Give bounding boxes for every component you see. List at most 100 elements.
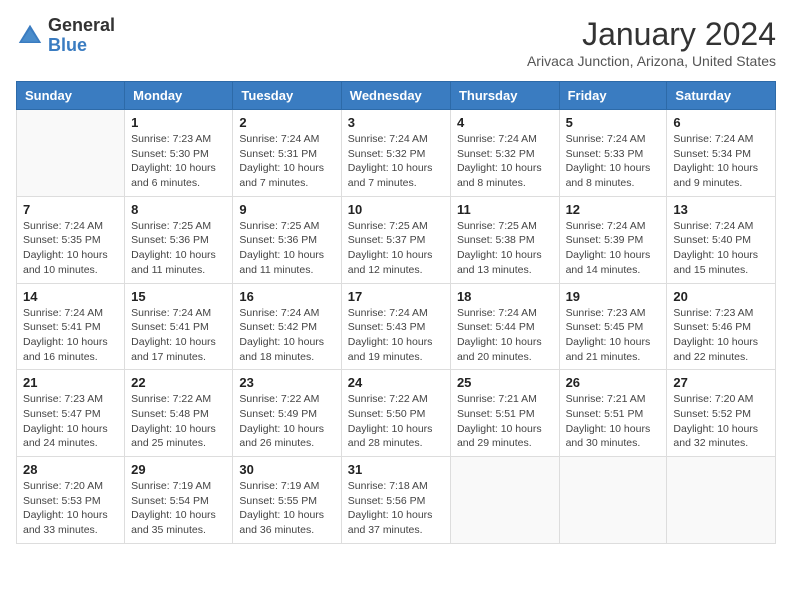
day-number: 27 (673, 375, 769, 390)
logo-general: General (48, 15, 115, 35)
day-number: 2 (239, 115, 334, 130)
day-number: 29 (131, 462, 226, 477)
day-info: Sunrise: 7:20 AM Sunset: 5:53 PM Dayligh… (23, 479, 118, 538)
day-info: Sunrise: 7:23 AM Sunset: 5:30 PM Dayligh… (131, 132, 226, 191)
day-number: 18 (457, 289, 553, 304)
day-number: 26 (566, 375, 661, 390)
logo-icon (16, 22, 44, 50)
day-info: Sunrise: 7:24 AM Sunset: 5:31 PM Dayligh… (239, 132, 334, 191)
calendar-week-row: 14Sunrise: 7:24 AM Sunset: 5:41 PM Dayli… (17, 283, 776, 370)
calendar-cell: 10Sunrise: 7:25 AM Sunset: 5:37 PM Dayli… (341, 196, 450, 283)
day-info: Sunrise: 7:24 AM Sunset: 5:42 PM Dayligh… (239, 306, 334, 365)
calendar-cell: 23Sunrise: 7:22 AM Sunset: 5:49 PM Dayli… (233, 370, 341, 457)
day-number: 12 (566, 202, 661, 217)
calendar-header-tuesday: Tuesday (233, 82, 341, 110)
calendar-cell (559, 457, 667, 544)
day-info: Sunrise: 7:23 AM Sunset: 5:45 PM Dayligh… (566, 306, 661, 365)
day-info: Sunrise: 7:25 AM Sunset: 5:37 PM Dayligh… (348, 219, 444, 278)
calendar-cell: 1 Sunrise: 7:23 AM Sunset: 5:30 PM Daylig… (125, 110, 233, 197)
calendar-cell (450, 457, 559, 544)
day-number: 28 (23, 462, 118, 477)
calendar-header-saturday: Saturday (667, 82, 776, 110)
month-title: January 2024 (527, 16, 776, 53)
logo: General Blue (16, 16, 115, 56)
title-block: January 2024 Arivaca Junction, Arizona, … (527, 16, 776, 69)
day-number: 20 (673, 289, 769, 304)
day-info: Sunrise: 7:23 AM Sunset: 5:46 PM Dayligh… (673, 306, 769, 365)
calendar-header-sunday: Sunday (17, 82, 125, 110)
calendar-cell: 8Sunrise: 7:25 AM Sunset: 5:36 PM Daylig… (125, 196, 233, 283)
day-info: Sunrise: 7:24 AM Sunset: 5:44 PM Dayligh… (457, 306, 553, 365)
calendar-cell (17, 110, 125, 197)
day-number: 19 (566, 289, 661, 304)
calendar-cell: 20 Sunrise: 7:23 AM Sunset: 5:46 PM Dayli… (667, 283, 776, 370)
day-number: 5 (566, 115, 661, 130)
day-number: 7 (23, 202, 118, 217)
calendar-cell: 16 Sunrise: 7:24 AM Sunset: 5:42 PM Dayli… (233, 283, 341, 370)
calendar-header-row: SundayMondayTuesdayWednesdayThursdayFrid… (17, 82, 776, 110)
calendar-cell: 14Sunrise: 7:24 AM Sunset: 5:41 PM Dayli… (17, 283, 125, 370)
calendar-cell: 26 Sunrise: 7:21 AM Sunset: 5:51 PM Dayli… (559, 370, 667, 457)
day-info: Sunrise: 7:21 AM Sunset: 5:51 PM Dayligh… (566, 392, 661, 451)
day-number: 16 (239, 289, 334, 304)
day-number: 24 (348, 375, 444, 390)
calendar-table: SundayMondayTuesdayWednesdayThursdayFrid… (16, 81, 776, 544)
calendar-week-row: 21 Sunrise: 7:23 AM Sunset: 5:47 PM Dayli… (17, 370, 776, 457)
day-number: 3 (348, 115, 444, 130)
calendar-week-row: 7Sunrise: 7:24 AM Sunset: 5:35 PM Daylig… (17, 196, 776, 283)
calendar-cell: 7Sunrise: 7:24 AM Sunset: 5:35 PM Daylig… (17, 196, 125, 283)
location: Arivaca Junction, Arizona, United States (527, 53, 776, 69)
calendar-cell: 13Sunrise: 7:24 AM Sunset: 5:40 PM Dayli… (667, 196, 776, 283)
day-info: Sunrise: 7:24 AM Sunset: 5:33 PM Dayligh… (566, 132, 661, 191)
calendar-header-friday: Friday (559, 82, 667, 110)
day-info: Sunrise: 7:18 AM Sunset: 5:56 PM Dayligh… (348, 479, 444, 538)
day-number: 1 (131, 115, 226, 130)
calendar-cell: 25Sunrise: 7:21 AM Sunset: 5:51 PM Dayli… (450, 370, 559, 457)
day-number: 30 (239, 462, 334, 477)
calendar-cell: 5 Sunrise: 7:24 AM Sunset: 5:33 PM Daylig… (559, 110, 667, 197)
calendar-week-row: 1 Sunrise: 7:23 AM Sunset: 5:30 PM Daylig… (17, 110, 776, 197)
day-info: Sunrise: 7:23 AM Sunset: 5:47 PM Dayligh… (23, 392, 118, 451)
calendar-header-thursday: Thursday (450, 82, 559, 110)
calendar-cell: 2 Sunrise: 7:24 AM Sunset: 5:31 PM Daylig… (233, 110, 341, 197)
day-info: Sunrise: 7:24 AM Sunset: 5:41 PM Dayligh… (23, 306, 118, 365)
calendar-cell: 24Sunrise: 7:22 AM Sunset: 5:50 PM Dayli… (341, 370, 450, 457)
calendar-cell: 12 Sunrise: 7:24 AM Sunset: 5:39 PM Dayli… (559, 196, 667, 283)
calendar-cell: 29Sunrise: 7:19 AM Sunset: 5:54 PM Dayli… (125, 457, 233, 544)
day-number: 11 (457, 202, 553, 217)
calendar-cell: 11 Sunrise: 7:25 AM Sunset: 5:38 PM Dayli… (450, 196, 559, 283)
day-info: Sunrise: 7:24 AM Sunset: 5:39 PM Dayligh… (566, 219, 661, 278)
day-info: Sunrise: 7:25 AM Sunset: 5:38 PM Dayligh… (457, 219, 553, 278)
calendar-cell: 6Sunrise: 7:24 AM Sunset: 5:34 PM Daylig… (667, 110, 776, 197)
day-info: Sunrise: 7:25 AM Sunset: 5:36 PM Dayligh… (239, 219, 334, 278)
day-number: 4 (457, 115, 553, 130)
day-info: Sunrise: 7:24 AM Sunset: 5:41 PM Dayligh… (131, 306, 226, 365)
logo-blue: Blue (48, 35, 87, 55)
day-number: 17 (348, 289, 444, 304)
calendar-cell: 17Sunrise: 7:24 AM Sunset: 5:43 PM Dayli… (341, 283, 450, 370)
day-info: Sunrise: 7:19 AM Sunset: 5:55 PM Dayligh… (239, 479, 334, 538)
day-number: 31 (348, 462, 444, 477)
day-number: 8 (131, 202, 226, 217)
calendar-cell: 31 Sunrise: 7:18 AM Sunset: 5:56 PM Dayli… (341, 457, 450, 544)
day-info: Sunrise: 7:22 AM Sunset: 5:49 PM Dayligh… (239, 392, 334, 451)
calendar-cell: 15Sunrise: 7:24 AM Sunset: 5:41 PM Dayli… (125, 283, 233, 370)
day-info: Sunrise: 7:22 AM Sunset: 5:48 PM Dayligh… (131, 392, 226, 451)
calendar-cell (667, 457, 776, 544)
calendar-cell: 9Sunrise: 7:25 AM Sunset: 5:36 PM Daylig… (233, 196, 341, 283)
calendar-cell: 19 Sunrise: 7:23 AM Sunset: 5:45 PM Dayli… (559, 283, 667, 370)
calendar-cell: 30 Sunrise: 7:19 AM Sunset: 5:55 PM Dayli… (233, 457, 341, 544)
day-number: 6 (673, 115, 769, 130)
calendar-header-wednesday: Wednesday (341, 82, 450, 110)
page-header: General Blue January 2024 Arivaca Juncti… (16, 16, 776, 69)
calendar-week-row: 28 Sunrise: 7:20 AM Sunset: 5:53 PM Dayli… (17, 457, 776, 544)
calendar-cell: 3Sunrise: 7:24 AM Sunset: 5:32 PM Daylig… (341, 110, 450, 197)
calendar-cell: 22Sunrise: 7:22 AM Sunset: 5:48 PM Dayli… (125, 370, 233, 457)
calendar-header-monday: Monday (125, 82, 233, 110)
day-info: Sunrise: 7:24 AM Sunset: 5:32 PM Dayligh… (457, 132, 553, 191)
day-number: 21 (23, 375, 118, 390)
calendar-cell: 28 Sunrise: 7:20 AM Sunset: 5:53 PM Dayli… (17, 457, 125, 544)
calendar-cell: 4 Sunrise: 7:24 AM Sunset: 5:32 PM Daylig… (450, 110, 559, 197)
logo-text: General Blue (48, 16, 115, 56)
day-info: Sunrise: 7:20 AM Sunset: 5:52 PM Dayligh… (673, 392, 769, 451)
